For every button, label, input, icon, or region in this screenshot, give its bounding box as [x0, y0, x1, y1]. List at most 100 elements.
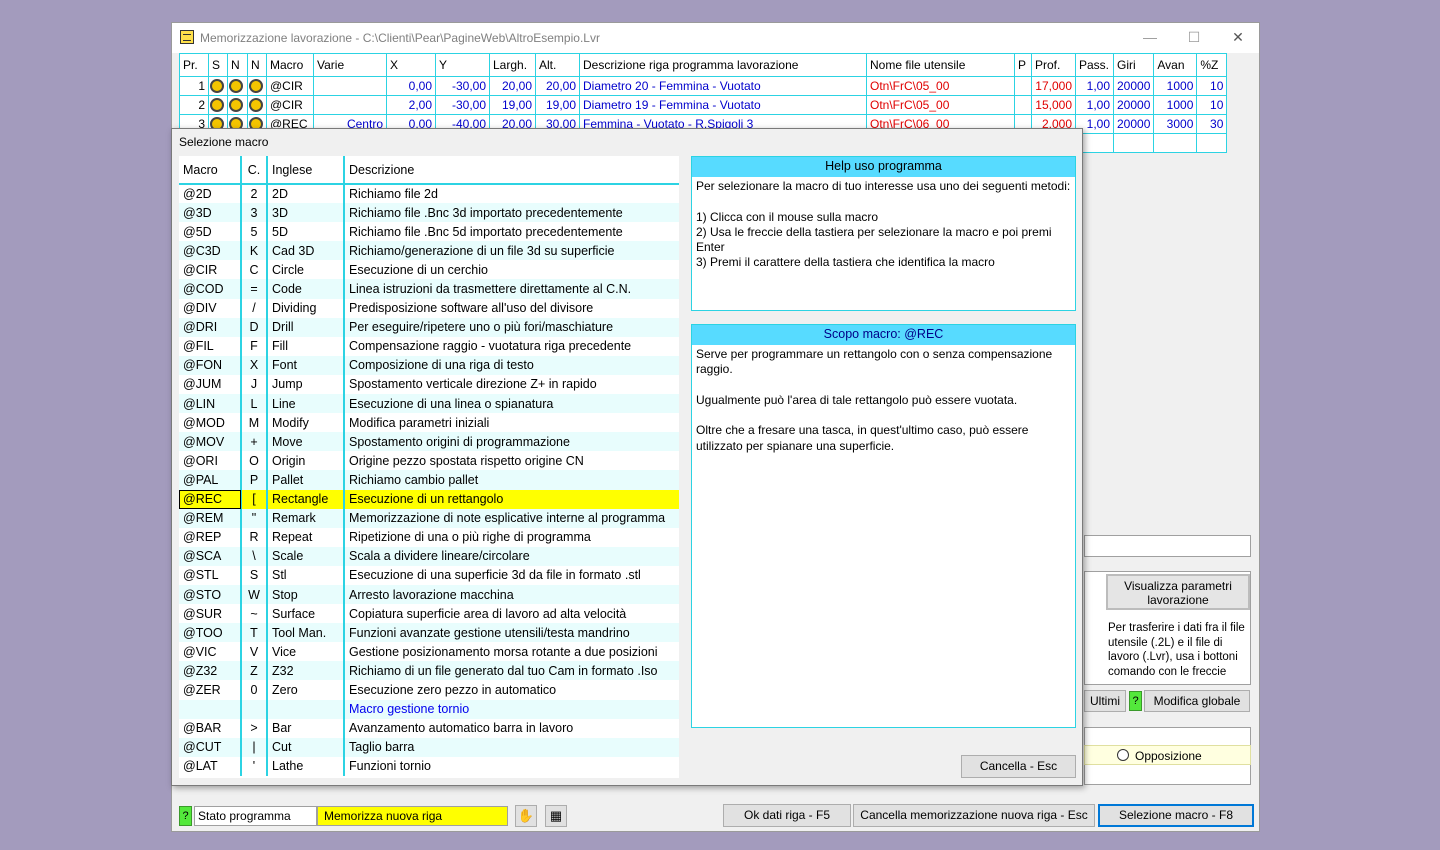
grid-col-header[interactable]: S: [208, 53, 228, 77]
macro-list-item[interactable]: @SUR ~ Surface Copiatura superficie area di…: [179, 604, 679, 624]
grid-cell[interactable]: [247, 95, 267, 115]
macro-list-item[interactable]: @LAT ' Lathe Funzioni tornio: [179, 756, 679, 776]
grid-cell[interactable]: Otn\FrC\05_00: [866, 76, 1015, 96]
grid-col-header[interactable]: Pass.: [1075, 53, 1114, 77]
col-macro-header[interactable]: Macro: [179, 156, 241, 185]
grid-cell[interactable]: [1014, 76, 1032, 96]
modifica-globale-button[interactable]: Modifica globale: [1144, 690, 1250, 712]
grid-col-header[interactable]: Giri: [1112, 53, 1155, 77]
grid-cell[interactable]: 20,00: [535, 76, 580, 96]
minimize-button[interactable]: —: [1128, 23, 1172, 53]
macro-list-item[interactable]: @3D 3 3D Richiamo file .Bnc 3d importato pr…: [179, 203, 679, 223]
cancella-memorizzazione-button[interactable]: Cancella memorizzazione nuova riga - Esc: [853, 804, 1095, 827]
grid-cell[interactable]: 19,00: [535, 95, 580, 115]
grid-col-header[interactable]: Largh.: [489, 53, 536, 77]
grid-cell[interactable]: Diametro 19 - Femmina - Vuotato: [579, 95, 867, 115]
help-button[interactable]: ?: [1129, 691, 1142, 711]
macro-list[interactable]: Macro C. Inglese Descrizione @2D 2 2D Richi…: [179, 156, 679, 778]
grid-cell[interactable]: 20,00: [489, 76, 536, 96]
grid-cell[interactable]: 3000: [1153, 114, 1198, 134]
grid-cell[interactable]: 10: [1196, 95, 1228, 115]
grid-cell[interactable]: -30,00: [435, 95, 490, 115]
macro-list-item[interactable]: @JUM J Jump Spostamento verticale direzione…: [179, 374, 679, 395]
grid-col-header[interactable]: N: [247, 53, 267, 77]
macro-list-item[interactable]: @COD = Code Linea istruzioni da trasmettere…: [179, 279, 679, 299]
macro-list-item[interactable]: @REP R Repeat Ripetizione di una o più righ…: [179, 527, 679, 547]
hand-icon[interactable]: ✋: [515, 805, 537, 827]
gear-icon[interactable]: [249, 98, 263, 113]
gear-icon[interactable]: [210, 79, 224, 94]
grid-col-header[interactable]: X: [386, 53, 436, 77]
macro-list-item[interactable]: @BAR > Bar Avanzamento automatico barra in …: [179, 718, 679, 738]
grid-cell[interactable]: -30,00: [435, 76, 490, 96]
grid-cell[interactable]: Diametro 20 - Femmina - Vuotato: [579, 76, 867, 96]
macro-list-item[interactable]: @FIL F Fill Compensazione raggio - vuotatur…: [179, 336, 679, 356]
macro-list-item[interactable]: @DIV / Dividing Predisposizione software al…: [179, 298, 679, 318]
macro-list-item[interactable]: @LIN L Line Esecuzione di una linea o spian…: [179, 394, 679, 414]
col-descrizione-header[interactable]: Descrizione: [343, 156, 679, 185]
grid-cell[interactable]: [1196, 133, 1228, 153]
grid-cell[interactable]: [313, 95, 387, 115]
macro-list-item[interactable]: @ZER 0 Zero Esecuzione zero pezzo in automa…: [179, 680, 679, 700]
macro-list-item[interactable]: @DRI D Drill Per eseguire/ripetere uno o pi…: [179, 317, 679, 337]
cancella-esc-button[interactable]: Cancella - Esc: [961, 755, 1076, 778]
close-button[interactable]: ✕: [1216, 23, 1260, 53]
grid-cell[interactable]: 20000: [1112, 76, 1155, 96]
grid-cell[interactable]: 20000: [1112, 95, 1155, 115]
grid-cell[interactable]: [1112, 133, 1155, 153]
grid-cell[interactable]: [227, 95, 248, 115]
macro-list-item[interactable]: @SCA \ Scale Scala a dividere lineare/circo…: [179, 546, 679, 566]
grid-col-header[interactable]: Avan: [1153, 53, 1198, 77]
macro-list-item[interactable]: @CIR C Circle Esecuzione di un cerchio: [179, 260, 679, 280]
grid-cell[interactable]: @CIR: [266, 95, 314, 115]
grid-row[interactable]: 1 @CIR 0,00 -30,00 20,00 20,00 Diametro 20 - F…: [179, 76, 1228, 96]
visualizza-parametri-button[interactable]: Visualizza parametri lavorazione: [1106, 574, 1250, 610]
grid-col-header[interactable]: Nome file utensile: [866, 53, 1015, 77]
grid-row[interactable]: 2 @CIR 2,00 -30,00 19,00 19,00 Diametro 19 - F…: [179, 95, 1228, 115]
gear-icon[interactable]: [249, 79, 263, 94]
grid-cell[interactable]: 2,00: [386, 95, 436, 115]
grid-cell[interactable]: 1000: [1153, 95, 1198, 115]
gear-icon[interactable]: [210, 98, 224, 113]
grid-col-header[interactable]: Descrizione riga programma lavorazione: [579, 53, 867, 77]
grid-col-header[interactable]: Y: [435, 53, 490, 77]
grid-cell[interactable]: 0,00: [386, 76, 436, 96]
macro-list-item[interactable]: @MOD M Modify Modifica parametri iniziali: [179, 413, 679, 433]
macro-list-item[interactable]: @5D 5 5D Richiamo file .Bnc 5d importato pr…: [179, 222, 679, 242]
macro-list-item[interactable]: @TOO T Tool Man. Funzioni avanzate gestione…: [179, 623, 679, 643]
grid-cell[interactable]: [313, 76, 387, 96]
grid-cell[interactable]: 1,00: [1075, 95, 1114, 115]
macro-list-item[interactable]: @2D 2 2D Richiamo file 2d: [179, 184, 679, 204]
grid-cell[interactable]: 20000: [1112, 114, 1155, 134]
grid-col-header[interactable]: P: [1014, 53, 1032, 77]
grid-col-header[interactable]: Alt.: [535, 53, 580, 77]
selezione-macro-button[interactable]: Selezione macro - F8: [1098, 804, 1254, 827]
grid-col-header[interactable]: Prof.: [1031, 53, 1076, 77]
grid-cell[interactable]: 30: [1196, 114, 1228, 134]
gear-icon[interactable]: [229, 79, 243, 94]
grid-cell[interactable]: Otn\FrC\05_00: [866, 95, 1015, 115]
maximize-button[interactable]: ☐: [1172, 23, 1216, 53]
grid-cell[interactable]: [227, 76, 248, 96]
grid-cell[interactable]: 17,000: [1031, 76, 1076, 96]
col-c-header[interactable]: C.: [240, 156, 267, 185]
grid-cell[interactable]: 1000: [1153, 76, 1198, 96]
help-button[interactable]: ?: [179, 806, 192, 826]
grid-cell[interactable]: 2: [179, 95, 209, 115]
grid-tool-icon[interactable]: ▦: [545, 805, 567, 827]
macro-list-item[interactable]: @PAL P Pallet Richiamo cambio pallet: [179, 470, 679, 490]
grid-cell[interactable]: @CIR: [266, 76, 314, 96]
grid-col-header[interactable]: N: [227, 53, 248, 77]
macro-section-header[interactable]: Macro gestione tornio: [179, 699, 679, 719]
grid-cell[interactable]: 1,00: [1075, 76, 1114, 96]
macro-list-item[interactable]: @STL S Stl Esecuzione di una superficie 3d …: [179, 565, 679, 585]
opposizione-option[interactable]: Opposizione: [1084, 745, 1251, 765]
grid-cell[interactable]: 1: [179, 76, 209, 96]
grid-col-header[interactable]: Pr.: [179, 53, 209, 77]
ultimi-button[interactable]: Ultimi: [1084, 690, 1126, 712]
grid-cell[interactable]: 15,000: [1031, 95, 1076, 115]
macro-list-item[interactable]: @C3D K Cad 3D Richiamo/generazione di un fi…: [179, 241, 679, 261]
grid-cell[interactable]: [1014, 95, 1032, 115]
grid-cell[interactable]: 10: [1196, 76, 1228, 96]
grid-cell[interactable]: [208, 76, 228, 96]
